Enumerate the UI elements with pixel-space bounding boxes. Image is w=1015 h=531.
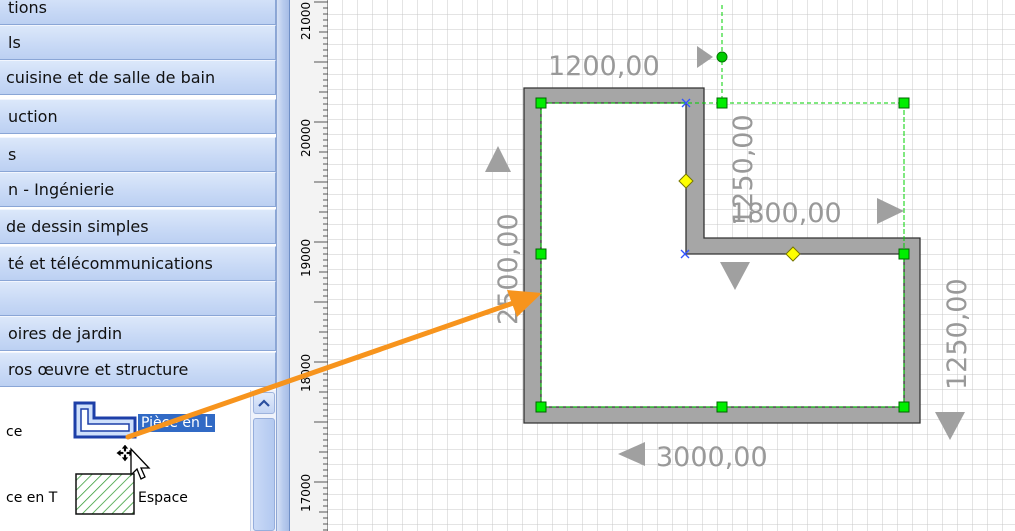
stencil-category-3[interactable]: cuisine et de salle de bain [0,60,276,95]
stencil-category-8[interactable]: té et télécommunications [0,246,276,281]
stencil-category-label: ls [8,33,21,52]
scroll-thumb[interactable] [253,418,275,531]
chevron-up-icon [258,399,270,407]
stencil-category-label: tions [8,0,47,17]
stencil-category-label: oires de jardin [8,324,123,343]
stencil-category-label: ros œuvre et structure [8,360,189,379]
ruler-label: 19000 [299,238,313,277]
panel-splitter[interactable] [276,0,290,531]
stencil-category-label: de dessin simples [6,217,149,236]
stencil-category-label: n - Ingénierie [8,180,115,199]
ruler-label: 21000 [299,1,313,40]
stencil-category-label: té et télécommunications [8,254,213,273]
shape-label-left-2: ce en T [6,490,58,506]
stencil-shapes-area: ce Pièce en L ce en T Espace [0,390,250,531]
vertical-ruler: 21000 20000 19000 18000 17000 [290,0,328,531]
stencil-category-7[interactable]: de dessin simples [0,209,276,244]
drawing-canvas[interactable] [328,0,1015,531]
stencil-category-4[interactable]: uction [0,99,276,134]
stencil-category-1[interactable]: tions [0,0,276,25]
stencil-category-9[interactable] [0,281,276,316]
scroll-up-button[interactable] [253,392,275,414]
shape-label-left: ce [6,424,23,440]
space-shape-label[interactable]: Espace [138,490,188,506]
stencil-category-label: s [8,145,17,164]
stencil-scrollbar[interactable] [250,390,277,531]
stencil-category-label: cuisine et de salle de bain [6,68,216,87]
ruler-label: 20000 [299,118,313,157]
space-shape-icon[interactable] [74,472,136,516]
stencil-category-2[interactable]: ls [0,25,276,60]
stencil-category-6[interactable]: n - Ingénierie [0,172,276,207]
stencil-category-5[interactable]: s [0,137,276,172]
stencil-category-10[interactable]: oires de jardin [0,316,276,351]
ruler-label: 17000 [299,473,313,512]
l-room-shape-label[interactable]: Pièce en L [138,414,216,432]
ruler-label: 18000 [299,353,313,392]
stencil-category-11[interactable]: ros œuvre et structure [0,352,276,387]
l-room-shape-icon[interactable] [72,400,138,440]
shapes-panel: tions ls cuisine et de salle de bain uct… [0,0,279,531]
stencil-category-label: uction [8,107,58,126]
